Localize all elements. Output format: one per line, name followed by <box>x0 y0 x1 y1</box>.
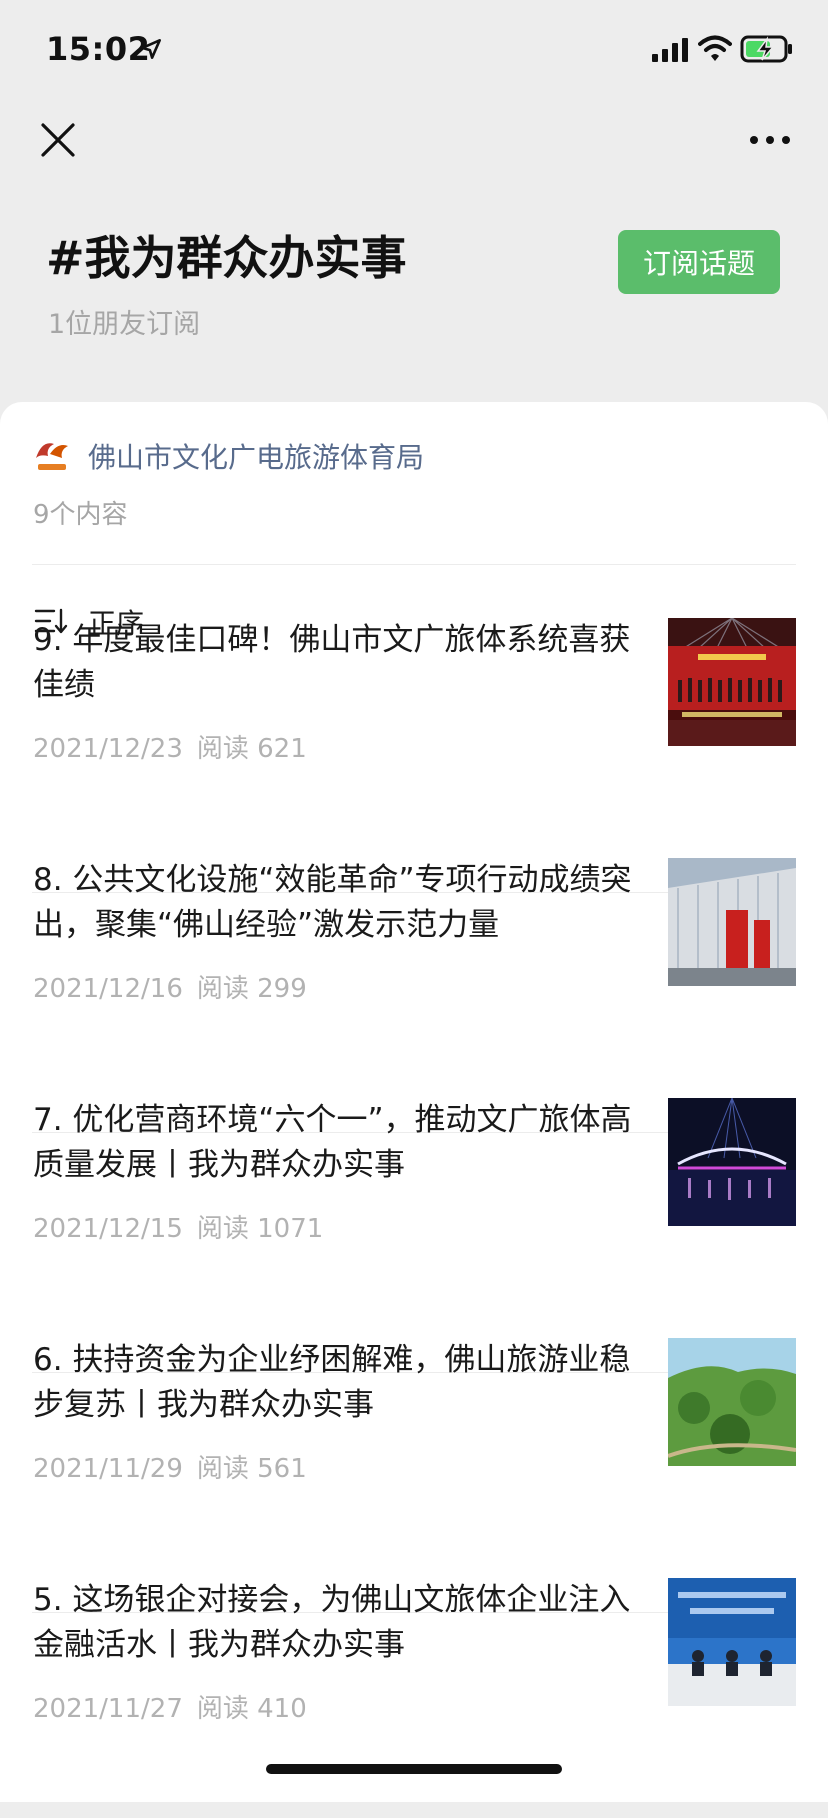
location-arrow-icon <box>141 39 161 59</box>
article-reads: 阅读 621 <box>196 734 307 764</box>
wifi-icon <box>698 35 732 61</box>
article-title[interactable]: 7. 优化营商环境“六个一”，推动文广旅体高质量发展丨我为群众办实事 <box>33 1098 633 1188</box>
article-date: 2021/11/29 <box>33 1454 183 1484</box>
article-item[interactable]: 9. 年度最佳口碑！佛山市文广旅体系统喜获佳绩 2021/12/23 阅读 621 <box>0 618 828 858</box>
article-meta: 2021/12/15 阅读 1071 <box>33 1208 323 1245</box>
article-reads: 阅读 299 <box>196 974 307 1004</box>
close-icon[interactable] <box>38 120 78 160</box>
article-thumbnail[interactable] <box>668 858 796 986</box>
subscribe-topic-button[interactable]: 订阅话题 <box>618 230 780 294</box>
article-date: 2021/12/15 <box>33 1214 183 1244</box>
article-thumbnail[interactable] <box>668 1098 796 1226</box>
article-meta: 2021/11/29 阅读 561 <box>33 1448 307 1485</box>
article-item[interactable]: 6. 扶持资金为企业纾困解难，佛山旅游业稳步复苏丨我为群众办实事 2021/11… <box>0 1338 828 1578</box>
article-title[interactable]: 5. 这场银企对接会，为佛山文旅体企业注入金融活水丨我为群众办实事 <box>33 1578 633 1668</box>
content-card: 佛山市文化广电旅游体育局 9个内容 正序 9. 年度最佳口碑！佛山市文广旅体系统… <box>0 402 828 1802</box>
article-thumbnail[interactable] <box>668 1578 796 1706</box>
article-title[interactable]: 8. 公共文化设施“效能革命”专项行动成绩突出，聚集“佛山经验”激发示范力量 <box>33 858 633 948</box>
article-date: 2021/11/27 <box>33 1694 183 1724</box>
article-item[interactable]: 8. 公共文化设施“效能革命”专项行动成绩突出，聚集“佛山经验”激发示范力量 2… <box>0 858 828 1098</box>
account-logo-icon[interactable] <box>32 436 72 476</box>
account-name-link[interactable]: 佛山市文化广电旅游体育局 <box>88 436 424 476</box>
home-indicator[interactable] <box>266 1764 562 1774</box>
article-item[interactable]: 7. 优化营商环境“六个一”，推动文广旅体高质量发展丨我为群众办实事 2021/… <box>0 1098 828 1338</box>
battery-charging-icon <box>740 35 792 63</box>
more-options-icon[interactable] <box>748 126 792 154</box>
article-reads: 阅读 410 <box>196 1694 307 1724</box>
subscriber-count: 1位朋友订阅 <box>48 309 201 340</box>
article-meta: 2021/11/27 阅读 410 <box>33 1688 307 1725</box>
content-count: 9个内容 <box>33 500 128 530</box>
article-thumbnail[interactable] <box>668 618 796 746</box>
article-meta: 2021/12/16 阅读 299 <box>33 968 307 1005</box>
article-item[interactable]: 5. 这场银企对接会，为佛山文旅体企业注入金融活水丨我为群众办实事 2021/1… <box>0 1578 828 1818</box>
divider <box>32 564 796 565</box>
article-reads: 阅读 1071 <box>196 1214 324 1244</box>
article-title[interactable]: 6. 扶持资金为企业纾困解难，佛山旅游业稳步复苏丨我为群众办实事 <box>33 1338 633 1428</box>
article-title[interactable]: 9. 年度最佳口碑！佛山市文广旅体系统喜获佳绩 <box>33 618 633 708</box>
cellular-signal-icon <box>652 38 688 62</box>
article-date: 2021/12/23 <box>33 734 183 764</box>
article-date: 2021/12/16 <box>33 974 183 1004</box>
topic-title: #我为群众办实事 <box>46 231 407 285</box>
status-time: 15:02 <box>46 30 151 68</box>
article-meta: 2021/12/23 阅读 621 <box>33 728 307 765</box>
article-reads: 阅读 561 <box>196 1454 307 1484</box>
status-bar: 15:02 <box>0 0 828 100</box>
article-thumbnail[interactable] <box>668 1338 796 1466</box>
